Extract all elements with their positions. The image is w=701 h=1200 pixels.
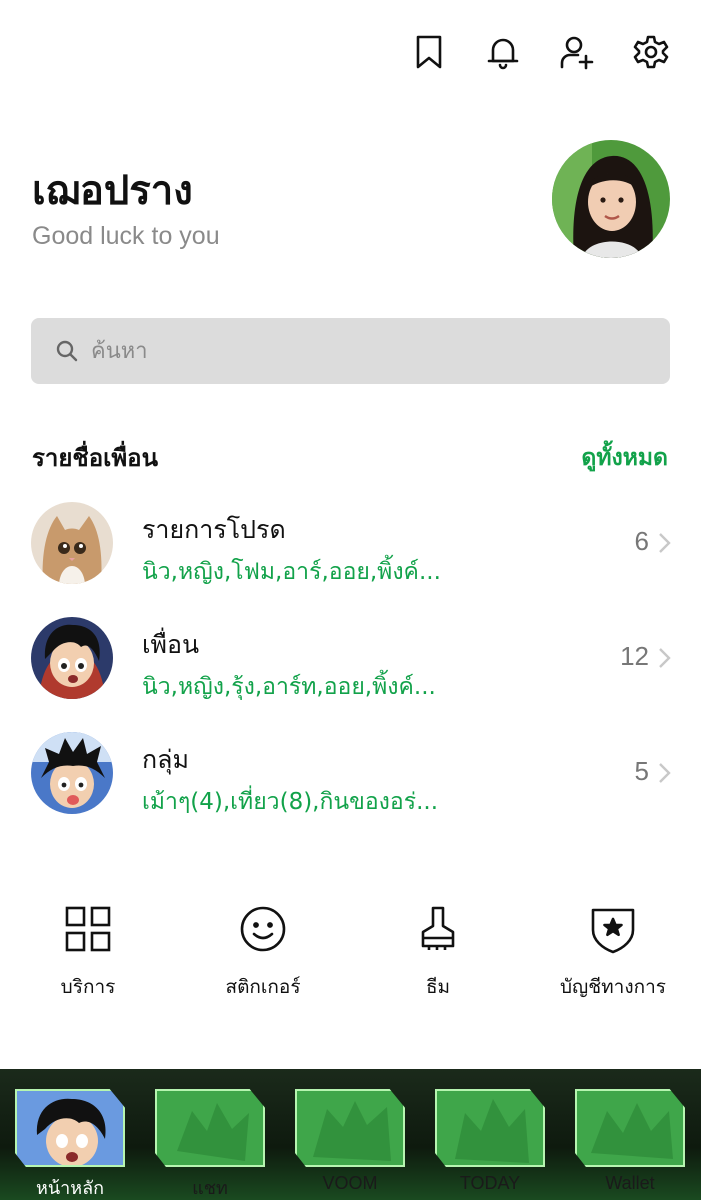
bell-icon[interactable] xyxy=(483,30,523,74)
search-input[interactable] xyxy=(91,338,651,364)
shortcut-themes[interactable]: ธีม xyxy=(358,900,518,1002)
anime-group-avatar xyxy=(31,732,113,814)
brush-icon xyxy=(421,906,455,950)
chevron-right-icon xyxy=(659,533,671,553)
shortcut-official-accounts[interactable]: บัญชีทางการ xyxy=(533,900,693,1002)
profile-section: เฌอปราง Good luck to you xyxy=(32,140,670,258)
today-tab-image xyxy=(435,1089,545,1167)
shortcut-label: บริการ xyxy=(60,976,116,998)
tab-label: Wallet xyxy=(605,1173,655,1193)
tab-label: VOOM xyxy=(322,1173,378,1193)
tab-wallet[interactable]: Wallet xyxy=(575,1089,685,1199)
search-bar[interactable] xyxy=(31,318,670,384)
tab-chats[interactable]: แชท xyxy=(155,1089,265,1199)
list-item-count: 6 xyxy=(634,526,649,556)
cat-avatar xyxy=(31,502,113,584)
add-friend-icon[interactable] xyxy=(557,30,597,74)
list-item-count: 12 xyxy=(620,641,649,671)
list-item-title: เพื่อน xyxy=(142,630,200,659)
shortcut-bar: บริการ สติกเกอร์ ธีม บัญชีทางการ xyxy=(0,900,701,1010)
smiley-icon xyxy=(240,906,286,952)
friend-list: รายการโปรด นิว,หญิง,โฟม,อาร์,ออย,พิ้งค์.… xyxy=(30,496,671,841)
shortcut-stickers[interactable]: สติกเกอร์ xyxy=(183,900,343,1002)
see-all-link[interactable]: ดูทั้งหมด xyxy=(581,440,668,476)
list-item-groups[interactable]: กลุ่ม เม้าๆ(4),เที่ยว(8),กินของอร่... 5 xyxy=(30,726,671,841)
shortcut-label: สติกเกอร์ xyxy=(225,976,301,998)
wallet-tab-image xyxy=(575,1089,685,1167)
shortcut-label: บัญชีทางการ xyxy=(560,976,666,998)
top-action-bar xyxy=(409,30,671,74)
gear-icon[interactable] xyxy=(631,30,671,74)
grid-icon xyxy=(65,906,111,952)
shortcut-services[interactable]: บริการ xyxy=(8,900,168,1002)
tab-label: หน้าหลัก xyxy=(35,1178,105,1198)
chevron-right-icon xyxy=(659,648,671,668)
tab-voom[interactable]: VOOM xyxy=(295,1089,405,1199)
profile-name[interactable]: เฌอปราง xyxy=(32,158,193,222)
chevron-right-icon xyxy=(659,763,671,783)
friends-header: รายชื่อเพื่อน ดูทั้งหมด xyxy=(32,438,668,477)
list-item-friends[interactable]: เพื่อน นิว,หญิง,รุ้ง,อาร์ท,ออย,พิ้งค์...… xyxy=(30,611,671,726)
bottom-tab-bar: หน้าหลัก แชท VOOM TODAY Wallet xyxy=(0,1069,701,1200)
tab-home[interactable]: หน้าหลัก xyxy=(15,1089,125,1199)
tab-label: TODAY xyxy=(459,1173,521,1193)
tab-today[interactable]: TODAY xyxy=(435,1089,545,1199)
list-item-subtitle: เม้าๆ(4),เที่ยว(8),กินของอร่... xyxy=(142,789,439,815)
friends-title: รายชื่อเพื่อน xyxy=(32,444,158,472)
bookmark-icon[interactable] xyxy=(409,30,449,74)
tab-label: แชท xyxy=(192,1178,228,1198)
list-item-subtitle: นิว,หญิง,รุ้ง,อาร์ท,ออย,พิ้งค์... xyxy=(142,674,436,700)
voom-tab-image xyxy=(295,1089,405,1167)
chat-tab-image xyxy=(155,1089,265,1167)
list-item-favorites[interactable]: รายการโปรด นิว,หญิง,โฟม,อาร์,ออย,พิ้งค์.… xyxy=(30,496,671,611)
search-icon xyxy=(56,340,78,362)
list-item-subtitle: นิว,หญิง,โฟม,อาร์,ออย,พิ้งค์... xyxy=(142,559,441,585)
home-tab-image xyxy=(15,1089,125,1167)
profile-status[interactable]: Good luck to you xyxy=(32,222,220,251)
shortcut-label: ธีม xyxy=(425,976,451,998)
list-item-count: 5 xyxy=(634,756,649,786)
list-item-title: รายการโปรด xyxy=(142,515,286,544)
list-item-title: กลุ่ม xyxy=(142,745,189,774)
anime-boy-avatar xyxy=(31,617,113,699)
shield-star-icon xyxy=(591,908,635,954)
profile-avatar[interactable] xyxy=(552,140,670,258)
